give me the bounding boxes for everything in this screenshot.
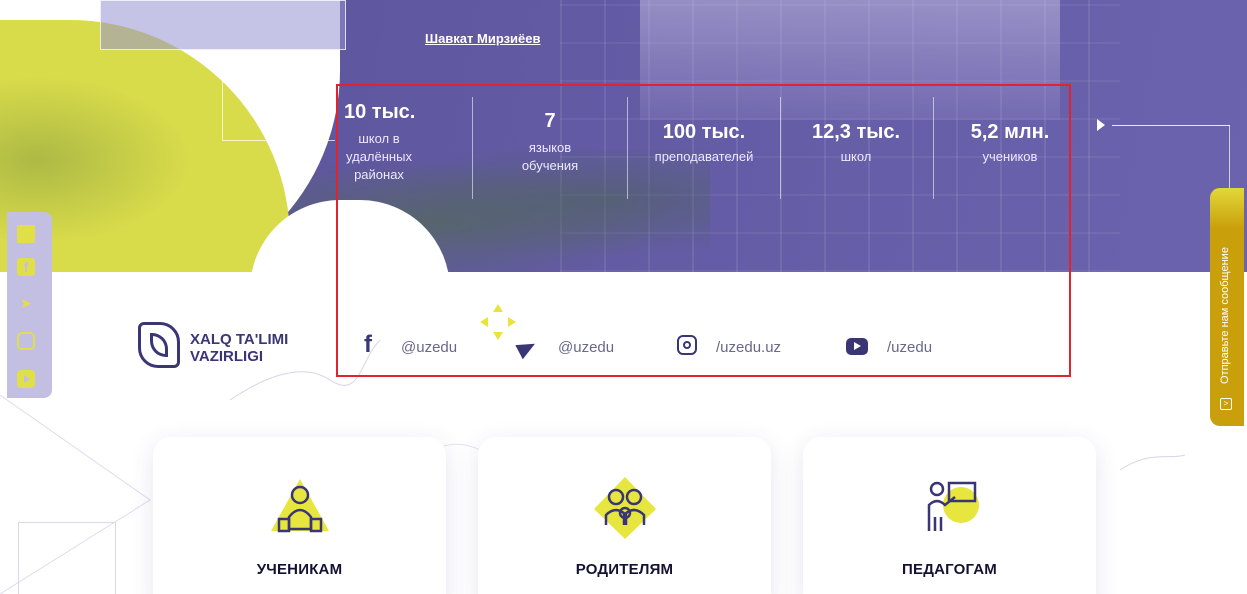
students-icon xyxy=(270,479,329,533)
youtube-icon[interactable] xyxy=(17,370,35,388)
mail-icon[interactable] xyxy=(17,225,35,243)
instagram-icon[interactable] xyxy=(17,332,35,350)
feedback-tab-label: Отправьте нам сообщение xyxy=(1219,247,1231,384)
card-label: РОДИТЕЛЯМ xyxy=(575,561,674,578)
card-teachers[interactable]: ПЕДАГОГАМ xyxy=(803,437,1096,594)
ministry-logo-icon[interactable] xyxy=(138,322,180,368)
logo-line-1: XALQ TA'LIMI xyxy=(190,331,289,348)
card-label: УЧЕНИКАМ xyxy=(256,561,343,578)
decor-frame xyxy=(18,522,116,594)
facebook-icon[interactable]: f xyxy=(17,258,35,276)
card-parents[interactable]: РОДИТЕЛЯМ xyxy=(478,437,771,594)
highlight-box xyxy=(336,84,1071,377)
message-icon: > xyxy=(1220,398,1232,410)
card-students[interactable]: УЧЕНИКАМ xyxy=(153,437,446,594)
ministry-logo-text[interactable]: XALQ TA'LIMI VAZIRLIGI xyxy=(190,331,288,365)
side-social-bar: f ➤ xyxy=(7,212,52,398)
parents-icon xyxy=(593,477,656,539)
card-label: ПЕДАГОГАМ xyxy=(902,561,997,578)
teachers-icon xyxy=(927,481,979,531)
logo-line-2: VAZIRLIGI xyxy=(190,348,264,365)
telegram-icon[interactable]: ➤ xyxy=(17,294,35,312)
leaf-icon xyxy=(150,333,168,357)
